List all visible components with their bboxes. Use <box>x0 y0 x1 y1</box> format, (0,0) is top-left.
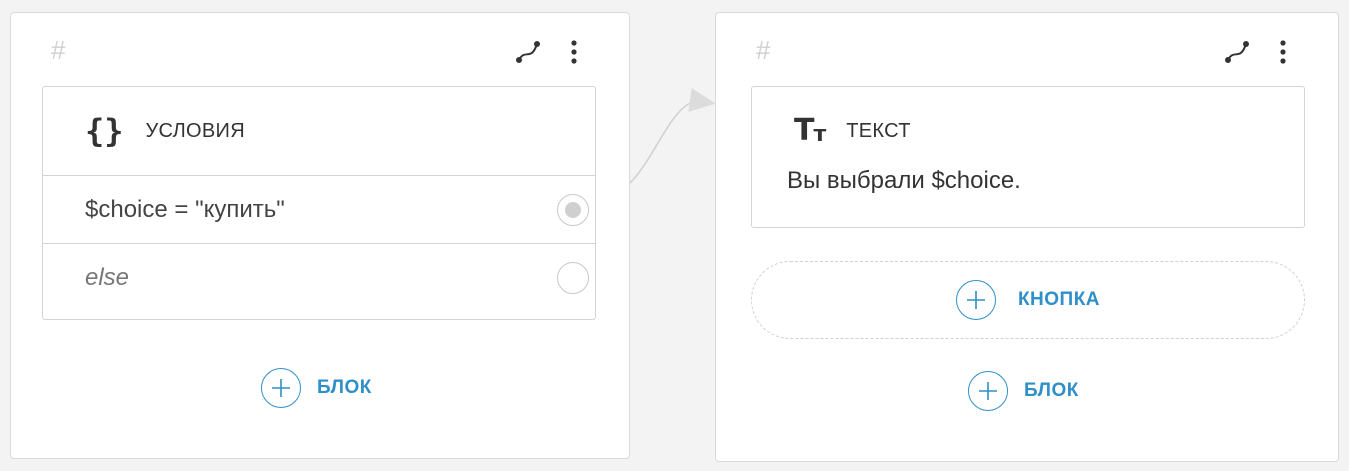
card-toolbar <box>515 39 587 65</box>
route-icon[interactable] <box>515 39 541 65</box>
condition-radio[interactable] <box>557 193 589 226</box>
plus-circle-icon <box>955 280 996 320</box>
add-button-placeholder[interactable]: кнопка <box>751 261 1305 339</box>
text-block-header: Tт текст <box>752 87 1304 175</box>
text-block[interactable]: Tт текст Вы выбрали $choice. <box>751 86 1305 228</box>
conditions-block-title: условия <box>145 119 245 142</box>
add-block-button[interactable]: блок <box>968 371 1079 411</box>
radio-selected-dot <box>565 201 581 218</box>
text-block-title: текст <box>846 119 911 142</box>
plus-circle-icon <box>261 368 301 408</box>
add-block-button[interactable]: блок <box>261 368 372 408</box>
plus-circle-icon <box>968 371 1008 411</box>
conditions-block[interactable]: {} условия $choice = "купить" else <box>42 86 596 320</box>
condition-else-text: else <box>85 263 130 291</box>
more-vertical-icon[interactable] <box>561 39 587 65</box>
card-toolbar <box>1224 39 1296 65</box>
condition-card[interactable]: # {} условия $choice = "купить" <box>10 12 630 459</box>
text-block-content[interactable]: Вы выбрали $choice. <box>752 167 1304 195</box>
condition-row[interactable]: $choice = "купить" <box>43 175 595 243</box>
condition-text: $choice = "купить" <box>85 195 285 223</box>
card-hash-label: # <box>756 35 771 65</box>
card-hash-label: # <box>51 35 66 65</box>
add-block-label: блок <box>1024 380 1079 401</box>
condition-row-else[interactable]: else <box>43 243 595 311</box>
add-button-label: кнопка <box>1017 289 1101 310</box>
conditions-block-header: {} условия <box>43 87 595 175</box>
braces-icon: {} <box>85 112 124 150</box>
condition-radio[interactable] <box>557 261 589 294</box>
text-format-icon: Tт <box>794 113 827 148</box>
text-card[interactable]: # Tт текст Вы выбрали $choice. <box>715 12 1339 462</box>
route-icon[interactable] <box>1224 39 1250 65</box>
more-vertical-icon[interactable] <box>1270 39 1296 65</box>
connector-arrow <box>629 88 716 184</box>
add-block-label: блок <box>317 377 372 398</box>
